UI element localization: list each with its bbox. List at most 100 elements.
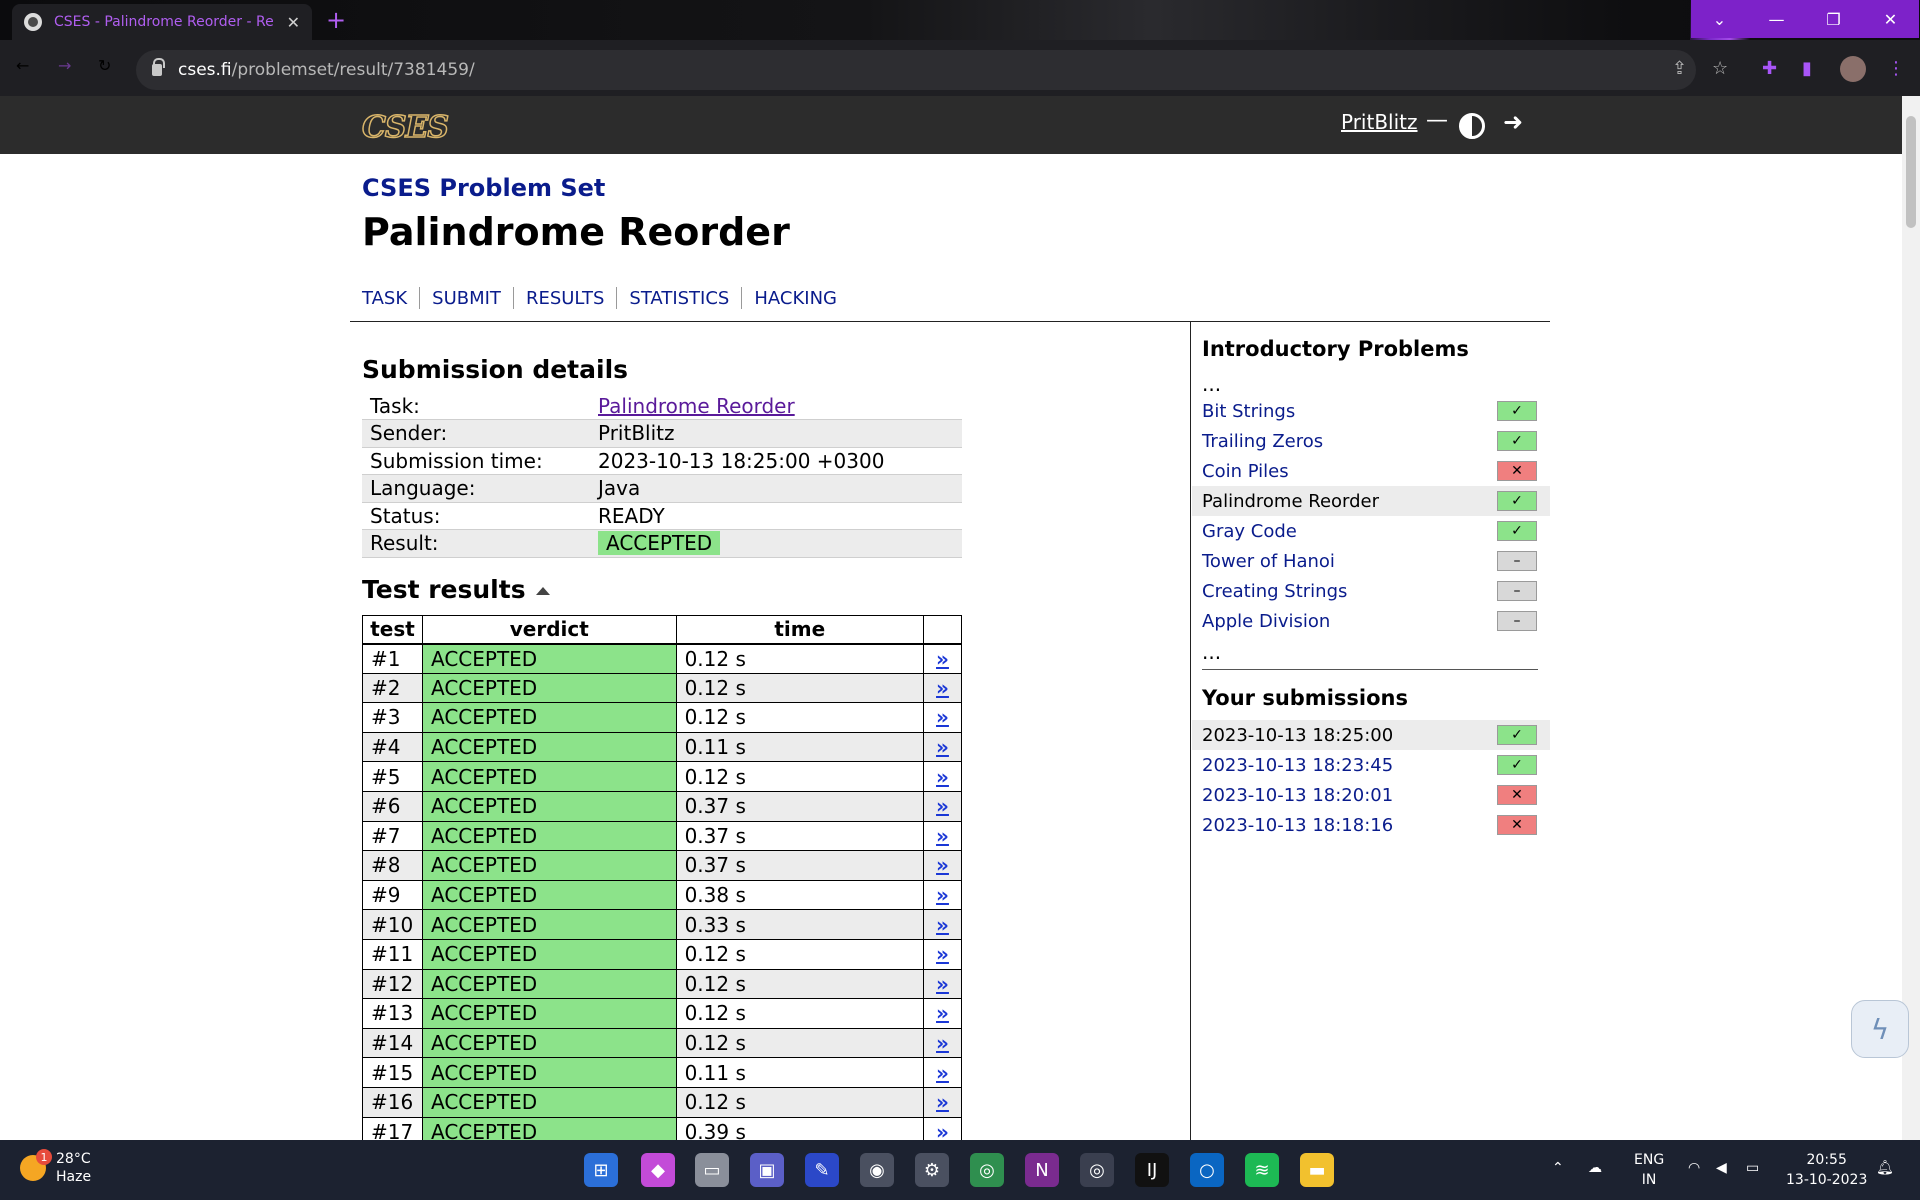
sidebar-problem-item[interactable]: Palindrome Reorder ✓ <box>1192 486 1550 516</box>
problem-link[interactable]: Creating Strings <box>1202 581 1347 602</box>
task-view-icon[interactable]: ▭ <box>695 1153 729 1187</box>
username-link[interactable]: PritBlitz <box>1341 110 1418 134</box>
test-details-link[interactable]: » <box>923 643 962 674</box>
weather-sun-icon: 1 <box>20 1149 52 1181</box>
clock[interactable]: 20:55 13-10-2023 <box>1786 1150 1867 1190</box>
problem-link[interactable]: Tower of Hanoi <box>1202 551 1335 572</box>
collapse-triangle-icon[interactable] <box>535 587 550 595</box>
test-details-link[interactable]: » <box>923 909 962 940</box>
menu-kebab-icon[interactable]: ⋮ <box>1887 58 1905 79</box>
test-details-link[interactable]: » <box>923 968 962 1000</box>
problem-link[interactable]: Trailing Zeros <box>1202 431 1323 452</box>
scrollbar-thumb[interactable] <box>1906 116 1916 228</box>
test-details-link[interactable]: » <box>923 879 962 911</box>
wifi-icon[interactable]: ◠ <box>1688 1158 1700 1178</box>
submission-link[interactable]: 2023-10-13 18:18:16 <box>1202 815 1393 836</box>
profile-avatar[interactable] <box>1840 56 1866 82</box>
tab-search-icon[interactable]: ⌄ <box>1691 0 1748 38</box>
sidebar-problem-item[interactable]: Apple Division – <box>1192 606 1550 636</box>
page-scrollbar[interactable] <box>1902 96 1920 1140</box>
test-id: #16 <box>362 1086 423 1118</box>
problem-link[interactable]: Apple Division <box>1202 611 1330 632</box>
reload-icon[interactable]: ↻ <box>98 56 111 75</box>
tray-chevron-icon[interactable]: ⌃ <box>1552 1158 1564 1178</box>
chrome-active-icon[interactable]: ◎ <box>1080 1153 1114 1187</box>
spotify-icon[interactable]: ≋ <box>1245 1153 1279 1187</box>
test-details-link[interactable]: » <box>923 1086 962 1118</box>
table-row: #1 ACCEPTED 0.12 s» <box>362 643 962 674</box>
test-details-link[interactable]: » <box>923 1057 962 1088</box>
submission-link[interactable]: 2023-10-13 18:23:45 <box>1202 755 1393 776</box>
address-bar[interactable]: cses.fi/problemset/result/7381459/ <box>136 50 1696 90</box>
test-details-link[interactable]: » <box>923 938 962 970</box>
chrome-icon[interactable]: ◎ <box>970 1153 1004 1187</box>
logout-icon[interactable]: ➜ <box>1503 108 1523 136</box>
verdict-cell: ACCEPTED <box>421 790 677 822</box>
problem-link[interactable]: Gray Code <box>1202 521 1297 542</box>
side-panel-icon[interactable]: ▮ <box>1802 58 1812 79</box>
tab-task[interactable]: TASK <box>362 288 407 309</box>
language-indicator[interactable]: ENG IN <box>1634 1150 1664 1190</box>
sidebar-problem-item[interactable]: Creating Strings – <box>1192 576 1550 606</box>
test-details-link[interactable]: » <box>923 790 962 822</box>
notes-app-icon[interactable]: ✎ <box>805 1153 839 1187</box>
problem-link[interactable]: Coin Piles <box>1202 461 1289 482</box>
test-details-link[interactable]: » <box>923 672 962 704</box>
floating-assistant-icon[interactable]: ϟ <box>1851 1000 1909 1058</box>
globe-icon <box>24 13 42 31</box>
forward-icon[interactable]: → <box>58 56 71 75</box>
cortana-icon[interactable]: ○ <box>1190 1153 1224 1187</box>
restore-icon[interactable]: ❐ <box>1805 0 1862 38</box>
sidebar-problem-item[interactable]: Tower of Hanoi – <box>1192 546 1550 576</box>
battery-icon[interactable]: ▭ <box>1746 1158 1759 1178</box>
settings-gear-icon[interactable]: ⚙ <box>915 1153 949 1187</box>
test-results-heading[interactable]: Test results <box>362 575 550 604</box>
test-details-link[interactable]: » <box>923 998 962 1029</box>
cses-logo[interactable]: CSES <box>361 109 450 146</box>
onedrive-icon[interactable]: ☁ <box>1588 1158 1602 1178</box>
sidebar-problem-item[interactable]: Gray Code ✓ <box>1192 516 1550 546</box>
volume-icon[interactable]: ◀ <box>1716 1158 1727 1178</box>
test-details-link[interactable]: » <box>923 731 962 763</box>
test-id: #11 <box>362 938 423 970</box>
test-details-link[interactable]: » <box>923 761 962 792</box>
intellij-icon[interactable]: IJ <box>1135 1153 1169 1187</box>
extensions-icon[interactable]: ✚ <box>1762 58 1777 79</box>
weather-widget[interactable]: 1 28°C Haze <box>20 1149 91 1186</box>
sidebar-problem-item[interactable]: Bit Strings ✓ <box>1192 396 1550 426</box>
close-window-icon[interactable]: ✕ <box>1862 0 1919 38</box>
test-details-link[interactable]: » <box>923 702 962 733</box>
submission-item[interactable]: 2023-10-13 18:18:16 ✕ <box>1192 810 1550 840</box>
tab-statistics[interactable]: STATISTICS <box>629 288 729 309</box>
bookmark-star-icon[interactable]: ☆ <box>1712 58 1728 79</box>
teams-chat-icon[interactable]: ▣ <box>750 1153 784 1187</box>
camera-icon[interactable]: ◉ <box>860 1153 894 1187</box>
windows-start-icon[interactable]: ⊞ <box>584 1153 618 1187</box>
tab-submit[interactable]: SUBMIT <box>432 288 501 309</box>
submission-item[interactable]: 2023-10-13 18:23:45 ✓ <box>1192 750 1550 780</box>
submission-item[interactable]: 2023-10-13 18:25:00 ✓ <box>1192 720 1550 750</box>
sidebar-problem-item[interactable]: Trailing Zeros ✓ <box>1192 426 1550 456</box>
problemset-breadcrumb[interactable]: CSES Problem Set <box>362 174 605 202</box>
back-icon[interactable]: ← <box>16 56 29 75</box>
submission-item[interactable]: 2023-10-13 18:20:01 ✕ <box>1192 780 1550 810</box>
test-details-link[interactable]: » <box>923 850 962 881</box>
submission-link[interactable]: 2023-10-13 18:20:01 <box>1202 785 1393 806</box>
test-details-link[interactable]: » <box>923 820 962 852</box>
onenote-icon[interactable]: N <box>1025 1153 1059 1187</box>
contrast-toggle-icon[interactable] <box>1459 113 1485 139</box>
minimize-icon[interactable]: — <box>1748 0 1805 38</box>
test-details-link[interactable]: » <box>923 1027 962 1059</box>
share-icon[interactable]: ⇪ <box>1672 58 1687 79</box>
copilot-icon[interactable]: ◆ <box>641 1153 675 1187</box>
new-tab-button[interactable]: + <box>326 6 346 34</box>
task-link[interactable]: Palindrome Reorder <box>598 394 795 418</box>
problem-link[interactable]: Bit Strings <box>1202 401 1295 422</box>
browser-tab[interactable]: CSES - Palindrome Reorder - Re ✕ <box>12 4 312 40</box>
sidebar-problem-item[interactable]: Coin Piles ✕ <box>1192 456 1550 486</box>
file-explorer-icon[interactable]: ▬ <box>1300 1153 1334 1187</box>
notification-bell-icon[interactable]: 🔔︎ <box>1876 1158 1894 1178</box>
tab-close-icon[interactable]: ✕ <box>287 13 300 32</box>
tab-hacking[interactable]: HACKING <box>754 288 837 309</box>
tab-results[interactable]: RESULTS <box>526 288 604 309</box>
